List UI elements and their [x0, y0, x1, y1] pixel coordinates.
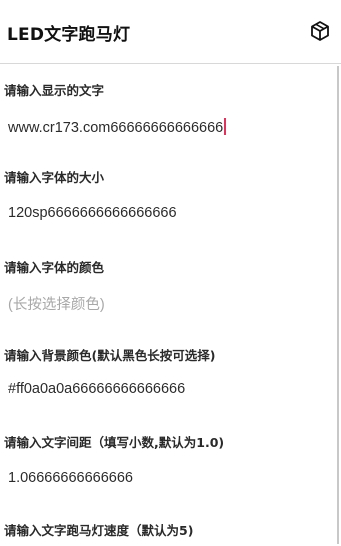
background-input[interactable]: #ff0a0a0a66666666666666 [8, 381, 185, 397]
text-input[interactable]: www.cr173.com66666666666666 [8, 118, 226, 136]
field-label-text: 请输入显示的文字 [4, 83, 105, 98]
color-input[interactable]: (长按选择颜色) [8, 293, 105, 314]
scrollbar[interactable] [337, 66, 339, 544]
field-label-background: 请输入背景颜色(默认黑色长按可选择) [4, 348, 216, 363]
app-title: LED文字跑马灯 [7, 25, 131, 45]
app-screen: LED文字跑马灯 请输入显示的文字 www.cr173.com666666666… [0, 0, 341, 546]
text-cursor [224, 118, 226, 135]
spacing-input[interactable]: 1.06666666666666 [8, 470, 133, 486]
app-bar: LED文字跑马灯 [0, 0, 341, 64]
field-label-spacing: 请输入文字间距（填写小数,默认为1.0) [4, 435, 225, 450]
field-label-size: 请输入字体的大小 [4, 170, 105, 185]
cube-icon[interactable] [308, 19, 332, 43]
text-input-value: www.cr173.com66666666666666 [8, 120, 224, 136]
size-input[interactable]: 120sp6666666666666666 [8, 205, 177, 221]
field-label-speed: 请输入文字跑马灯速度（默认为5) [4, 523, 194, 538]
field-label-color: 请输入字体的颜色 [4, 260, 105, 275]
